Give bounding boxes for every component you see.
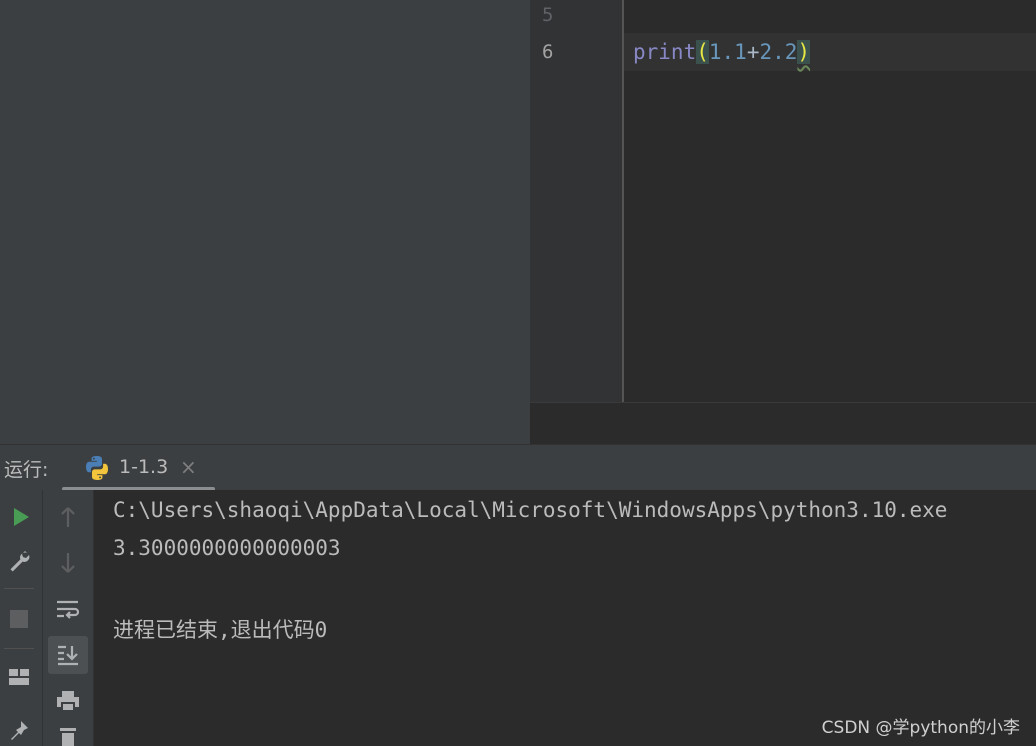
watermark: CSDN @学python的小李 (821, 718, 1020, 738)
project-panel (0, 0, 530, 444)
run-icon[interactable] (6, 502, 36, 532)
run-toolbar-primary (0, 490, 43, 746)
code-token-paren: ( (696, 40, 709, 64)
code-token-number: 2.2 (759, 40, 798, 64)
up-arrow-icon[interactable] (53, 502, 83, 532)
code-token-number: 1.1 (708, 40, 747, 64)
code-token-operator: + (746, 40, 760, 64)
down-arrow-icon[interactable] (53, 548, 83, 578)
run-tab-title: 1-1.3 (119, 456, 169, 478)
code-editor[interactable]: 5 6 print(1.1+2.2) (530, 0, 1036, 445)
editor-bottom-area (530, 402, 1036, 445)
console-line: 3.3000000000000003 (113, 536, 341, 560)
editor-gutter: 5 6 (530, 0, 622, 402)
console-output[interactable]: C:\Users\shaoqi\AppData\Local\Microsoft\… (94, 490, 1036, 746)
scroll-to-end-icon[interactable] (48, 636, 88, 674)
python-icon (86, 456, 108, 480)
toolbar-separator (4, 648, 34, 649)
run-label: 运行: (4, 459, 49, 481)
code-token-paren: ) (797, 40, 811, 64)
console-line: 进程已结束,退出代码0 (113, 618, 328, 642)
code-line-6[interactable]: print(1.1+2.2) (633, 33, 811, 71)
run-tool-header: 运行: 1-1.3 × (0, 444, 1036, 491)
line-number: 6 (542, 41, 554, 63)
run-toolbar-secondary (43, 490, 94, 746)
trash-icon[interactable] (53, 726, 83, 746)
soft-wrap-icon[interactable] (53, 594, 83, 624)
layout-icon[interactable] (4, 662, 34, 692)
stop-icon[interactable] (4, 604, 34, 634)
line-number: 5 (542, 4, 554, 26)
print-icon[interactable] (53, 686, 83, 716)
console-line: C:\Users\shaoqi\AppData\Local\Microsoft\… (113, 498, 948, 522)
pin-icon[interactable] (4, 716, 34, 746)
run-tab[interactable]: 1-1.3 × (62, 445, 215, 491)
toolbar-separator (4, 588, 34, 589)
wrench-icon[interactable] (4, 546, 34, 576)
code-token-function: print (633, 40, 697, 64)
close-icon[interactable]: × (180, 455, 197, 479)
